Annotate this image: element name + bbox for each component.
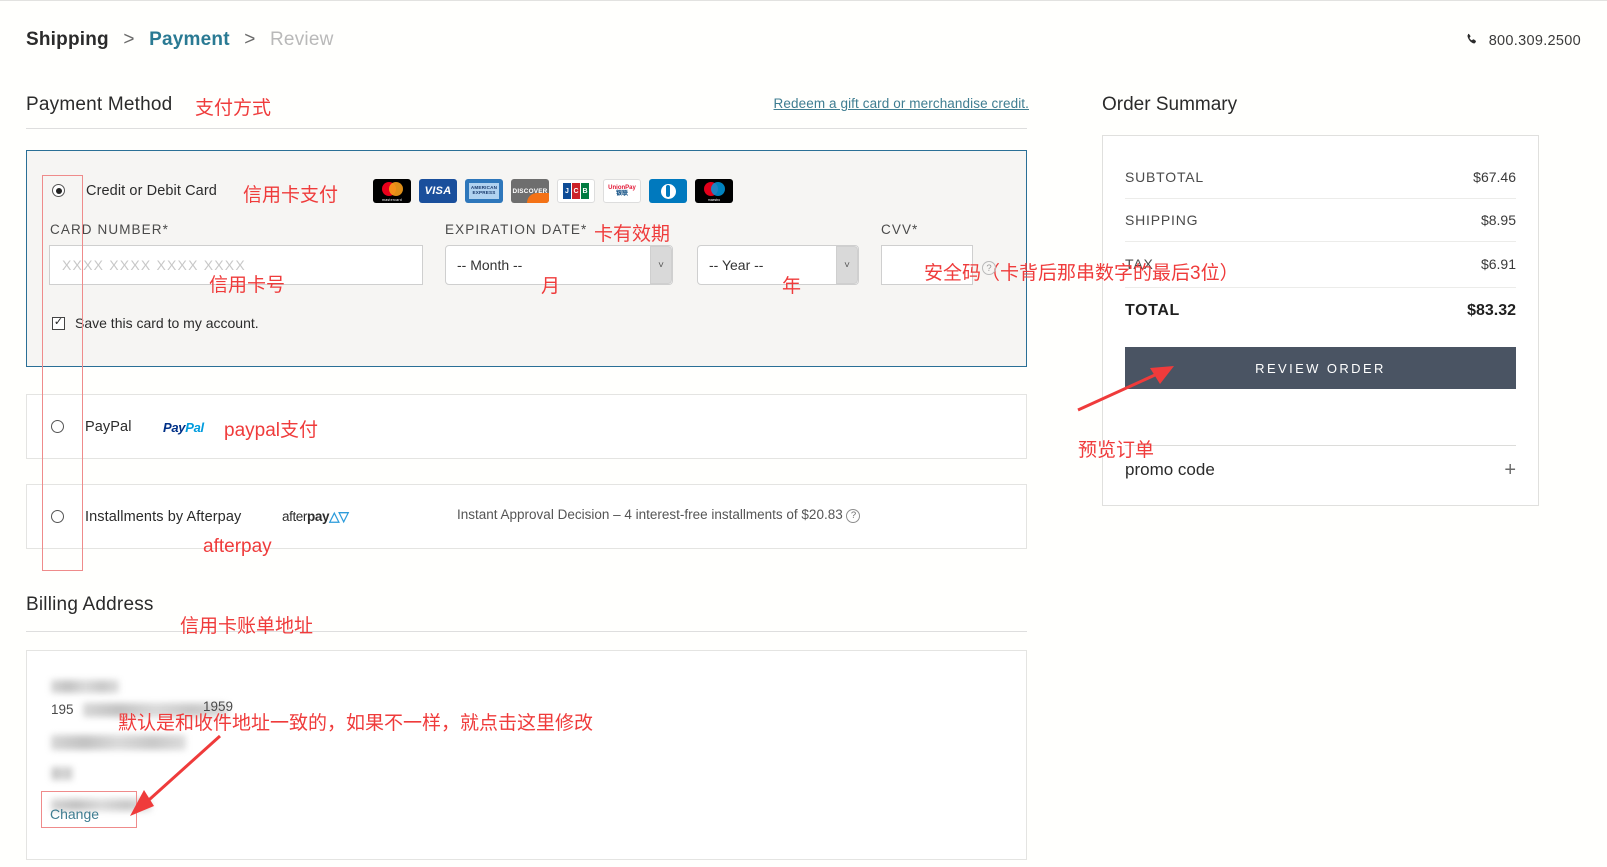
radio-icon-unselected-paypal	[51, 420, 64, 433]
summary-label-shipping: SHIPPING	[1125, 212, 1199, 228]
redacted-name	[51, 680, 119, 693]
annotation-payment-method: 支付方式	[195, 98, 272, 119]
card-number-label: CARD NUMBER*	[50, 222, 169, 237]
plus-icon[interactable]: +	[1504, 460, 1516, 480]
support-phone[interactable]: 800.309.2500	[1465, 33, 1581, 50]
summary-divider-3	[1125, 287, 1516, 288]
summary-row-subtotal: SUBTOTAL $67.46	[1125, 169, 1516, 185]
support-phone-number: 800.309.2500	[1488, 33, 1581, 49]
credit-card-option-label: Credit or Debit Card	[86, 183, 217, 199]
cvv-input[interactable]	[881, 245, 973, 285]
breadcrumb-step-review: Review	[270, 29, 334, 50]
summary-divider-1	[1125, 198, 1516, 199]
paypal-option-label: PayPal	[85, 419, 132, 435]
jcb-icon: JCB	[557, 179, 595, 203]
breadcrumb-step-shipping[interactable]: Shipping	[26, 29, 109, 51]
expiration-month-select[interactable]: -- Month -- ˅	[445, 245, 673, 285]
redacted-country	[51, 767, 73, 780]
afterpay-logo-icon: afterpay△▽	[282, 509, 349, 524]
card-number-input[interactable]	[49, 245, 423, 285]
summary-value-tax: $6.91	[1480, 256, 1516, 272]
month-dropdown[interactable]: -- Month --	[445, 245, 673, 285]
cvv-label: CVV*	[881, 222, 919, 237]
visa-icon: VISA	[419, 179, 457, 203]
breadcrumb-step-payment[interactable]: Payment	[149, 29, 230, 51]
billing-address-title: Billing Address	[26, 594, 154, 615]
breadcrumb: Shipping > Payment > Review	[26, 29, 334, 51]
summary-row-tax: TAX $6.91	[1125, 256, 1516, 272]
expiration-year-select[interactable]: -- Year -- ˅	[697, 245, 859, 285]
address-line-prefix: 195	[51, 702, 74, 717]
summary-value-shipping: $8.95	[1480, 212, 1516, 228]
redeem-gift-card-link[interactable]: Redeem a gift card or merchandise credit…	[774, 96, 1029, 111]
order-summary-box	[1102, 135, 1539, 506]
payment-section-divider	[26, 128, 1027, 129]
afterpay-radio[interactable]	[51, 510, 64, 528]
expiration-date-label: EXPIRATION DATE*	[445, 222, 588, 237]
paypal-logo-icon: PayPal	[163, 420, 204, 435]
unionpay-icon: UnionPay 银联	[603, 179, 641, 203]
year-dropdown[interactable]: -- Year --	[697, 245, 859, 285]
summary-divider-2	[1125, 241, 1516, 242]
help-icon-afterpay[interactable]: ?	[846, 508, 861, 523]
radio-icon-unselected-afterpay	[51, 510, 64, 523]
promo-code-toggle[interactable]: promo code +	[1125, 460, 1516, 480]
breadcrumb-separator-2: >	[244, 29, 256, 50]
billing-section-divider	[26, 631, 1027, 632]
afterpay-note-text: Instant Approval Decision – 4 interest-f…	[457, 507, 843, 522]
paypal-radio[interactable]	[51, 420, 64, 438]
maestro-icon: maestro	[695, 179, 733, 203]
promo-code-label: promo code	[1125, 460, 1215, 479]
top-divider	[0, 0, 1607, 1]
summary-label-total: TOTAL	[1125, 302, 1180, 319]
redacted-city-state	[51, 735, 186, 750]
save-card-checkbox-row[interactable]: ✓ Save this card to my account.	[52, 315, 259, 331]
summary-row-shipping: SHIPPING $8.95	[1125, 212, 1516, 228]
accepted-card-brands: mastercard VISA AMERICAN EXPRESS DISCOVER…	[373, 179, 733, 203]
discover-icon: DISCOVER	[511, 179, 549, 203]
order-summary-title: Order Summary	[1102, 94, 1238, 115]
diners-club-icon	[649, 179, 687, 203]
afterpay-installment-note: Instant Approval Decision – 4 interest-f…	[457, 507, 861, 523]
page-title: Payment Method	[26, 94, 173, 115]
summary-label-subtotal: SUBTOTAL	[1125, 169, 1205, 185]
phone-icon	[1465, 33, 1478, 50]
save-card-label: Save this card to my account.	[75, 315, 259, 331]
summary-value-total: $83.32	[1467, 302, 1516, 319]
radio-icon-selected	[52, 184, 65, 197]
breadcrumb-separator-1: >	[123, 29, 135, 50]
review-order-button[interactable]: REVIEW ORDER	[1125, 347, 1516, 389]
summary-row-total: TOTAL $83.32	[1125, 302, 1516, 320]
summary-label-tax: TAX	[1125, 256, 1154, 272]
credit-card-radio[interactable]	[52, 184, 65, 202]
address-line-suffix: 1959	[203, 699, 234, 714]
checkbox-icon-checked[interactable]: ✓	[52, 316, 65, 330]
payment-option-paypal[interactable]: PayPal PayPal	[26, 394, 1027, 459]
summary-value-subtotal: $67.46	[1473, 169, 1516, 185]
promo-divider	[1125, 445, 1516, 446]
change-billing-address-link[interactable]: Change	[50, 806, 99, 822]
mastercard-icon: mastercard	[373, 179, 411, 203]
help-icon-cvv[interactable]: ?	[982, 261, 996, 275]
afterpay-option-label: Installments by Afterpay	[85, 509, 242, 525]
amex-icon: AMERICAN EXPRESS	[465, 179, 503, 203]
billing-address-box: 195 1959	[26, 650, 1027, 860]
annotation-billing-address: 信用卡账单地址	[180, 616, 314, 637]
